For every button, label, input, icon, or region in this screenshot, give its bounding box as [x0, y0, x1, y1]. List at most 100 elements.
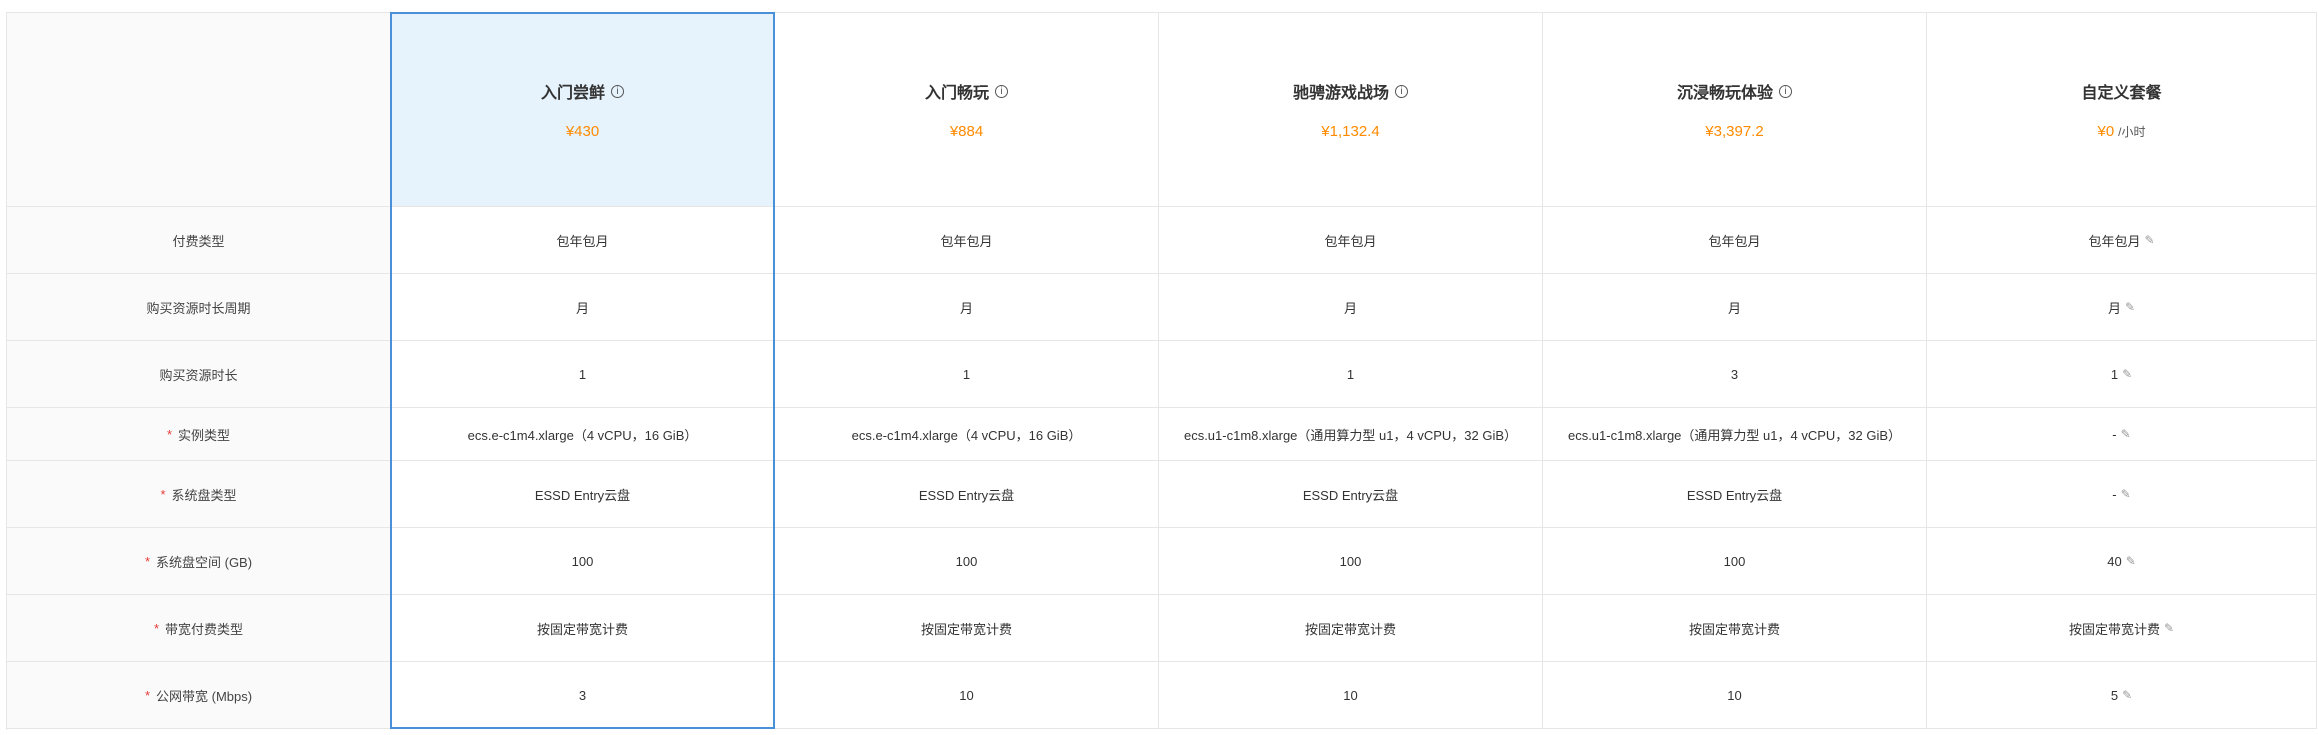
required-asterisk: * [144, 553, 150, 569]
table-cell[interactable]: 1 ✎ [1927, 341, 2317, 408]
cell-value: 100 [571, 553, 594, 569]
row-label: * 系统盘空间 (GB) [7, 528, 391, 595]
table-cell: 3 [1543, 341, 1927, 408]
table-cell: ecs.u1-c1m8.xlarge（通用算力型 u1，4 vCPU，32 Gi… [1543, 408, 1927, 461]
cell-value: 月 [1343, 300, 1357, 316]
plan-card-battlefield[interactable]: 驰骋游戏战场 i ¥1,132.4 [1159, 13, 1543, 207]
cell-value: 5 [2110, 687, 2119, 703]
table-row: * 公网带宽 (Mbps) 3 10 10 10 5 ✎ [7, 662, 2317, 729]
info-icon[interactable]: i [1779, 84, 1792, 98]
cell-value: ESSD Entry云盘 [918, 487, 1015, 503]
edit-pencil-icon[interactable]: ✎ [2126, 554, 2136, 568]
row-label-text: 系统盘空间 (GB) [156, 554, 253, 570]
cell-value: ESSD Entry云盘 [1686, 487, 1783, 503]
cell-value: 1 [578, 366, 587, 382]
cell-value: 按固定带宽计费 [920, 621, 1012, 637]
row-label-text: 购买资源时长周期 [146, 300, 251, 316]
cell-value: ecs.e-c1m4.xlarge（4 vCPU，16 GiB） [851, 427, 1082, 443]
table-cell[interactable]: - ✎ [1927, 461, 2317, 528]
table-cell: 1 [775, 341, 1159, 408]
plan-name: 自定义套餐 [2081, 85, 2162, 102]
cell-value: 10 [959, 687, 974, 703]
edit-pencil-icon[interactable]: ✎ [2121, 427, 2131, 441]
cell-value: ESSD Entry云盘 [534, 487, 631, 503]
cell-value: 月 [959, 300, 973, 316]
table-cell: 月 [1543, 274, 1927, 341]
table-row: 付费类型 包年包月 包年包月 包年包月 包年包月 包年包月 ✎ [7, 207, 2317, 274]
info-icon[interactable]: i [1395, 84, 1408, 98]
table-cell[interactable]: 包年包月 ✎ [1927, 207, 2317, 274]
plan-card-starter[interactable]: 入门尝鲜 i ¥430 [391, 13, 775, 207]
required-asterisk: * [166, 426, 173, 442]
edit-pencil-icon[interactable]: ✎ [2125, 300, 2135, 314]
cell-value: 月 [2107, 300, 2121, 316]
row-label: 付费类型 [7, 207, 391, 274]
table-cell: 100 [391, 528, 775, 595]
plan-name: 驰骋游戏战场 [1292, 85, 1389, 102]
table-cell: 100 [1159, 528, 1543, 595]
cell-value: 100 [1723, 553, 1746, 569]
table-row: * 实例类型 ecs.e-c1m4.xlarge（4 vCPU，16 GiB） ecs… [7, 408, 2317, 461]
required-asterisk: * [144, 687, 150, 703]
edit-pencil-icon[interactable]: ✎ [2121, 487, 2131, 501]
table-cell: 10 [1159, 662, 1543, 729]
plan-card-immersive[interactable]: 沉浸畅玩体验 i ¥3,397.2 [1543, 13, 1927, 207]
plan-name-wrap: 自定义套餐 [2081, 79, 2161, 103]
cell-value: 1 [1346, 366, 1355, 382]
row-label-text: 公网带宽 (Mbps) [156, 688, 253, 704]
cell-value: 3 [1730, 366, 1739, 382]
cell-value: 1 [2110, 366, 2119, 382]
cell-value: 3 [578, 687, 587, 703]
info-icon[interactable]: i [995, 84, 1008, 98]
cell-value: 按固定带宽计费 [1304, 621, 1396, 637]
plan-price: ¥0 [2097, 123, 2115, 140]
cell-value: 包年包月 [556, 233, 609, 249]
plan-price: ¥430 [565, 123, 600, 140]
table-cell: 100 [775, 528, 1159, 595]
cell-value: 100 [1339, 553, 1362, 569]
cell-value: ecs.e-c1m4.xlarge（4 vCPU，16 GiB） [467, 427, 698, 443]
table-cell: 月 [1159, 274, 1543, 341]
table-cell: ESSD Entry云盘 [391, 461, 775, 528]
cell-value: 10 [1727, 687, 1742, 703]
cell-value: - [2112, 486, 2117, 502]
table-cell[interactable]: 月 ✎ [1927, 274, 2317, 341]
table-cell: ESSD Entry云盘 [775, 461, 1159, 528]
plan-card-custom[interactable]: 自定义套餐 ¥0/小时 [1927, 13, 2317, 207]
row-label: 购买资源时长周期 [7, 274, 391, 341]
edit-pencil-icon[interactable]: ✎ [2144, 233, 2154, 247]
plan-name-wrap: 入门尝鲜 i [541, 79, 624, 103]
table-cell: ESSD Entry云盘 [1159, 461, 1543, 528]
row-label: * 实例类型 [7, 408, 391, 461]
table-cell: 月 [775, 274, 1159, 341]
edit-pencil-icon[interactable]: ✎ [2164, 621, 2174, 635]
edit-pencil-icon[interactable]: ✎ [2122, 367, 2132, 381]
plan-header-row: 入门尝鲜 i ¥430 入门畅玩 i ¥884 驰骋游戏战场 i ¥1,132.… [7, 13, 2317, 207]
cell-value: 1 [962, 366, 971, 382]
table-cell: 按固定带宽计费 [775, 595, 1159, 662]
cell-value: 包年包月 [1324, 233, 1377, 249]
plan-name: 沉浸畅玩体验 [1676, 85, 1773, 102]
plan-name-wrap: 驰骋游戏战场 i [1293, 79, 1408, 103]
plan-name: 入门畅玩 [924, 85, 989, 102]
table-cell[interactable]: - ✎ [1927, 408, 2317, 461]
table-cell[interactable]: 按固定带宽计费 ✎ [1927, 595, 2317, 662]
required-asterisk: * [153, 620, 160, 636]
edit-pencil-icon[interactable]: ✎ [2122, 688, 2132, 702]
table-cell[interactable]: 5 ✎ [1927, 662, 2317, 729]
cell-value: 按固定带宽计费 [1688, 621, 1780, 637]
header-corner [7, 13, 391, 207]
table-cell: 按固定带宽计费 [1159, 595, 1543, 662]
price-unit: /小时 [2118, 125, 2146, 139]
required-asterisk: * [160, 486, 166, 502]
cell-value: 10 [1343, 687, 1358, 703]
cell-value: 月 [575, 300, 589, 316]
table-cell: 月 [391, 274, 775, 341]
info-icon[interactable]: i [611, 84, 624, 98]
row-label-text: 购买资源时长 [159, 367, 238, 383]
plan-card-starter-play[interactable]: 入门畅玩 i ¥884 [775, 13, 1159, 207]
table-cell: 1 [1159, 341, 1543, 408]
row-label: * 公网带宽 (Mbps) [7, 662, 391, 729]
table-cell[interactable]: 40 ✎ [1927, 528, 2317, 595]
row-label: * 系统盘类型 [7, 461, 391, 528]
